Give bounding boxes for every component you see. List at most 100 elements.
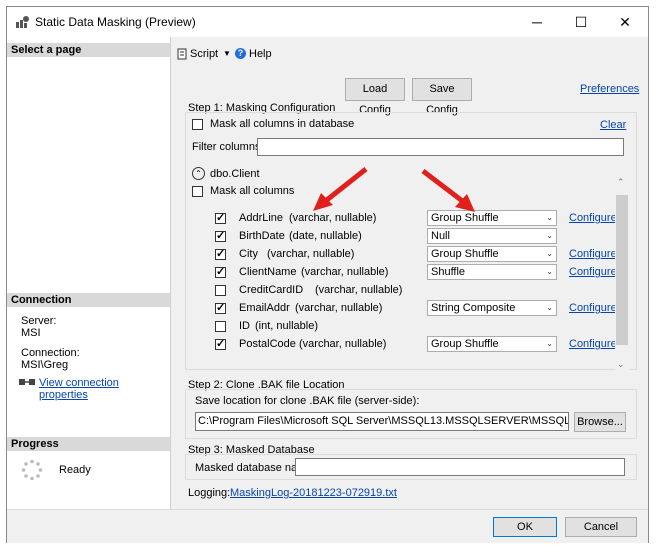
mask-all-columns-checkbox[interactable]: [192, 186, 203, 197]
column-name: PostalCode: [239, 338, 296, 350]
cancel-button[interactable]: Cancel: [565, 517, 637, 537]
help-menu[interactable]: Help: [249, 48, 272, 60]
column-type: (varchar, nullable): [267, 248, 355, 260]
bak-path-input[interactable]: C:\Program Files\Microsoft SQL Server\MS…: [195, 412, 569, 431]
column-checkbox[interactable]: [215, 337, 226, 350]
column-row: ClientName (varchar, nullable) Shuffle⌄ …: [195, 264, 626, 282]
status-text: Ready: [59, 464, 91, 476]
masked-db-input[interactable]: [295, 458, 625, 476]
logging-label: Logging:: [188, 487, 231, 499]
column-row: PostalCode (varchar, nullable) Group Shu…: [195, 336, 626, 354]
connection-label: Connection:: [21, 347, 80, 359]
mask-function-select[interactable]: Group Shuffle ⌄: [427, 336, 557, 352]
save-location-label: Save location for clone .BAK file (serve…: [195, 395, 420, 407]
column-row: City (varchar, nullable) Group Shuffle⌄ …: [195, 246, 626, 264]
column-row: ID (int, nullable): [195, 318, 615, 336]
connection-value: MSI\Greg: [21, 359, 69, 371]
server-label: Server:: [21, 315, 57, 327]
column-row: CreditCardID (varchar, nullable): [195, 282, 615, 300]
chevron-down-icon: ⌄: [546, 339, 553, 348]
column-checkbox[interactable]: [215, 265, 226, 278]
column-type: (varchar, nullable): [315, 284, 403, 296]
column-name: ID: [239, 320, 250, 332]
ok-button[interactable]: OK: [493, 517, 557, 537]
scrollbar-thumb[interactable]: [616, 195, 628, 345]
browse-button[interactable]: Browse...: [574, 412, 626, 432]
view-connection-properties-link[interactable]: View connection properties: [39, 377, 170, 401]
title-bar: Static Data Masking (Preview) ─ ☐ ✕: [7, 7, 648, 37]
mask-function-value: Shuffle: [431, 266, 466, 278]
connection-header: Connection: [7, 293, 170, 307]
dialog-footer: OK Cancel: [7, 509, 648, 543]
column-checkbox[interactable]: [215, 229, 226, 242]
column-row: AddrLine (varchar, nullable) Group Shuff…: [195, 210, 626, 228]
column-name: CreditCardID: [239, 284, 304, 296]
table-name: dbo.Client: [210, 168, 260, 180]
filter-columns-input[interactable]: [257, 138, 624, 156]
column-type: (int, nullable): [255, 320, 318, 332]
filter-columns-label: Filter columns:: [192, 141, 264, 153]
select-page-header: Select a page: [7, 43, 170, 57]
left-panel: Select a page Connection Server: MSI Con…: [7, 37, 171, 509]
server-value: MSI: [21, 327, 41, 339]
window-title: Static Data Masking (Preview): [35, 15, 196, 29]
scroll-up-icon[interactable]: ⌃: [617, 177, 625, 188]
column-checkbox[interactable]: [215, 321, 226, 332]
column-type: (varchar, nullable): [299, 338, 387, 350]
column-type: (varchar, nullable): [295, 302, 383, 314]
scroll-down-icon[interactable]: ⌄: [617, 359, 625, 370]
spinner-icon: [21, 459, 43, 484]
column-checkbox[interactable]: [215, 285, 226, 296]
column-name: EmailAddr: [239, 302, 290, 314]
dialog-window: Static Data Masking (Preview) ─ ☐ ✕ Sele…: [6, 6, 649, 543]
minimize-button[interactable]: ─: [515, 7, 559, 37]
chevron-down-icon: ⌄: [546, 213, 553, 222]
red-arrow-icon: [313, 167, 368, 211]
script-dropdown-icon[interactable]: ▼: [223, 49, 231, 58]
connection-properties-icon: [19, 377, 35, 390]
preferences-link[interactable]: Preferences: [580, 83, 639, 95]
mask-function-select[interactable]: Group Shuffle ⌄: [427, 246, 557, 262]
columns-list: AddrLine (varchar, nullable) Group Shuff…: [195, 210, 626, 370]
mask-function-select[interactable]: Null ⌄: [427, 228, 557, 244]
column-checkbox[interactable]: [215, 211, 226, 224]
column-checkbox[interactable]: [215, 247, 226, 260]
mask-function-select[interactable]: String Composite ⌄: [427, 300, 557, 316]
column-checkbox[interactable]: [215, 301, 226, 314]
columns-scrollbar[interactable]: ⌃ ⌄: [615, 177, 629, 373]
chevron-down-icon: ⌄: [546, 267, 553, 276]
mask-function-select[interactable]: Shuffle ⌄: [427, 264, 557, 280]
column-type: (date, nullable): [289, 230, 362, 242]
progress-header: Progress: [7, 437, 170, 451]
mask-all-columns-label: Mask all columns: [210, 185, 295, 197]
logging-file-link[interactable]: MaskingLog-20181223-072919.txt: [230, 487, 397, 499]
column-name: BirthDate: [239, 230, 285, 242]
app-icon: [15, 15, 31, 29]
main-panel: Script ▼ ? Help Load Config Save Config …: [171, 37, 648, 509]
column-name: City: [239, 248, 258, 260]
red-arrow-icon: [421, 169, 475, 212]
clear-link[interactable]: Clear: [600, 119, 626, 131]
collapse-icon[interactable]: ⌃: [192, 167, 205, 180]
column-type: (varchar, nullable): [301, 266, 389, 278]
column-row: EmailAddr (varchar, nullable) String Com…: [195, 300, 626, 318]
mask-function-value: String Composite: [431, 302, 516, 314]
script-menu[interactable]: Script: [190, 48, 218, 60]
close-button[interactable]: ✕: [603, 7, 647, 37]
chevron-down-icon: ⌄: [546, 231, 553, 240]
column-name: AddrLine: [239, 212, 284, 224]
mask-function-value: Group Shuffle: [431, 338, 499, 350]
chevron-down-icon: ⌄: [546, 249, 553, 258]
chevron-down-icon: ⌄: [546, 303, 553, 312]
column-row: BirthDate (date, nullable) Null ⌄: [195, 228, 615, 246]
help-icon[interactable]: ?: [235, 48, 246, 59]
mask-function-value: Group Shuffle: [431, 248, 499, 260]
mask-all-db-label: Mask all columns in database: [210, 118, 355, 130]
maximize-button[interactable]: ☐: [559, 7, 603, 37]
script-icon: [177, 48, 187, 63]
mask-all-db-checkbox[interactable]: [192, 119, 203, 130]
column-name: ClientName: [239, 266, 297, 278]
mask-function-value: Null: [431, 230, 450, 242]
save-config-button[interactable]: Save Config: [412, 78, 472, 116]
load-config-button[interactable]: Load Config: [345, 78, 405, 116]
